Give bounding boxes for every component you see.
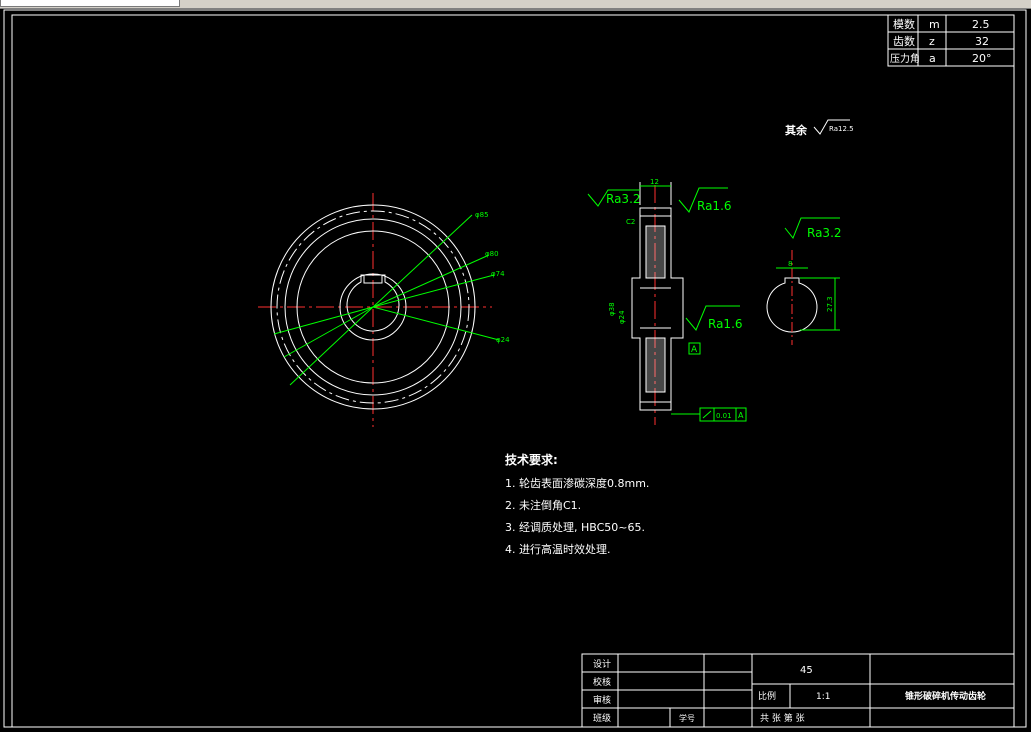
tb-row-check: 校核: [593, 676, 611, 688]
tech-req-item-1: 1. 轮齿表面渗碳深度0.8mm.: [505, 476, 649, 490]
param-value-2: 20°: [972, 52, 992, 65]
gear-section-view: [631, 182, 684, 425]
roughness-note-value: Ra12.5: [829, 125, 854, 133]
tb-material: 45: [800, 665, 813, 676]
roughness-tooth: Ra1.6: [697, 199, 732, 213]
dim-bore: φ24: [618, 310, 626, 324]
dim-dia-pitch: φ80: [485, 250, 499, 258]
param-name-0: 模数: [893, 18, 915, 31]
dim-dia-root: φ74: [491, 270, 505, 278]
dim-key-width: 8: [788, 260, 792, 268]
tb-student-no: 学号: [679, 713, 695, 723]
tb-row-design: 设计: [593, 658, 611, 670]
dim-dia-outer: φ85: [475, 211, 489, 219]
dim-chamfer: C2: [626, 218, 635, 226]
roughness-face: Ra3.2: [606, 192, 641, 206]
gear-front-view: [258, 193, 500, 427]
datum-label: A: [691, 345, 698, 355]
tb-sheets: 共 张 第 张: [760, 712, 805, 724]
runout-tol: 0.01: [716, 412, 732, 420]
tb-part-name: 锥形破碎机传动齿轮: [905, 690, 986, 702]
runout-datum: A: [738, 411, 744, 420]
drawing-frame: [11, 14, 1015, 728]
roughness-note-label: 其余: [785, 123, 808, 137]
tb-scale-label: 比例: [758, 690, 776, 702]
param-symbol-0: m: [929, 18, 940, 31]
param-value-1: 32: [975, 35, 989, 48]
tech-req-title: 技术要求:: [505, 452, 558, 467]
param-name-2: 压力角: [890, 52, 920, 65]
dim-dia-bore: φ24: [496, 336, 510, 344]
tech-req-item-2: 2. 未注倒角C1.: [505, 498, 581, 512]
cad-drawing: 模数 m 2.5 齿数 z 32 压力角 a 20° 其余 Ra12.5 φ85…: [3, 9, 1027, 728]
runout-arrow-icon: [702, 410, 712, 419]
roughness-keyway: Ra3.2: [807, 226, 842, 240]
param-name-1: 齿数: [893, 35, 915, 48]
dim-hub: φ38: [608, 302, 616, 316]
param-symbol-1: z: [929, 35, 935, 48]
tb-row-class: 班级: [593, 712, 611, 724]
outer-border: [3, 9, 1027, 728]
param-value-0: 2.5: [972, 18, 990, 31]
dim-key-depth: 27.3: [826, 296, 834, 312]
tech-req-item-3: 3. 经调质处理, HBC50~65.: [505, 521, 645, 534]
param-symbol-2: a: [929, 52, 936, 65]
tb-scale-value: 1:1: [816, 692, 830, 702]
tb-row-review: 审核: [593, 694, 611, 706]
tech-req-item-4: 4. 进行高温时效处理.: [505, 542, 611, 556]
dim-width: 12: [650, 178, 659, 186]
roughness-bore: Ra1.6: [708, 317, 743, 331]
